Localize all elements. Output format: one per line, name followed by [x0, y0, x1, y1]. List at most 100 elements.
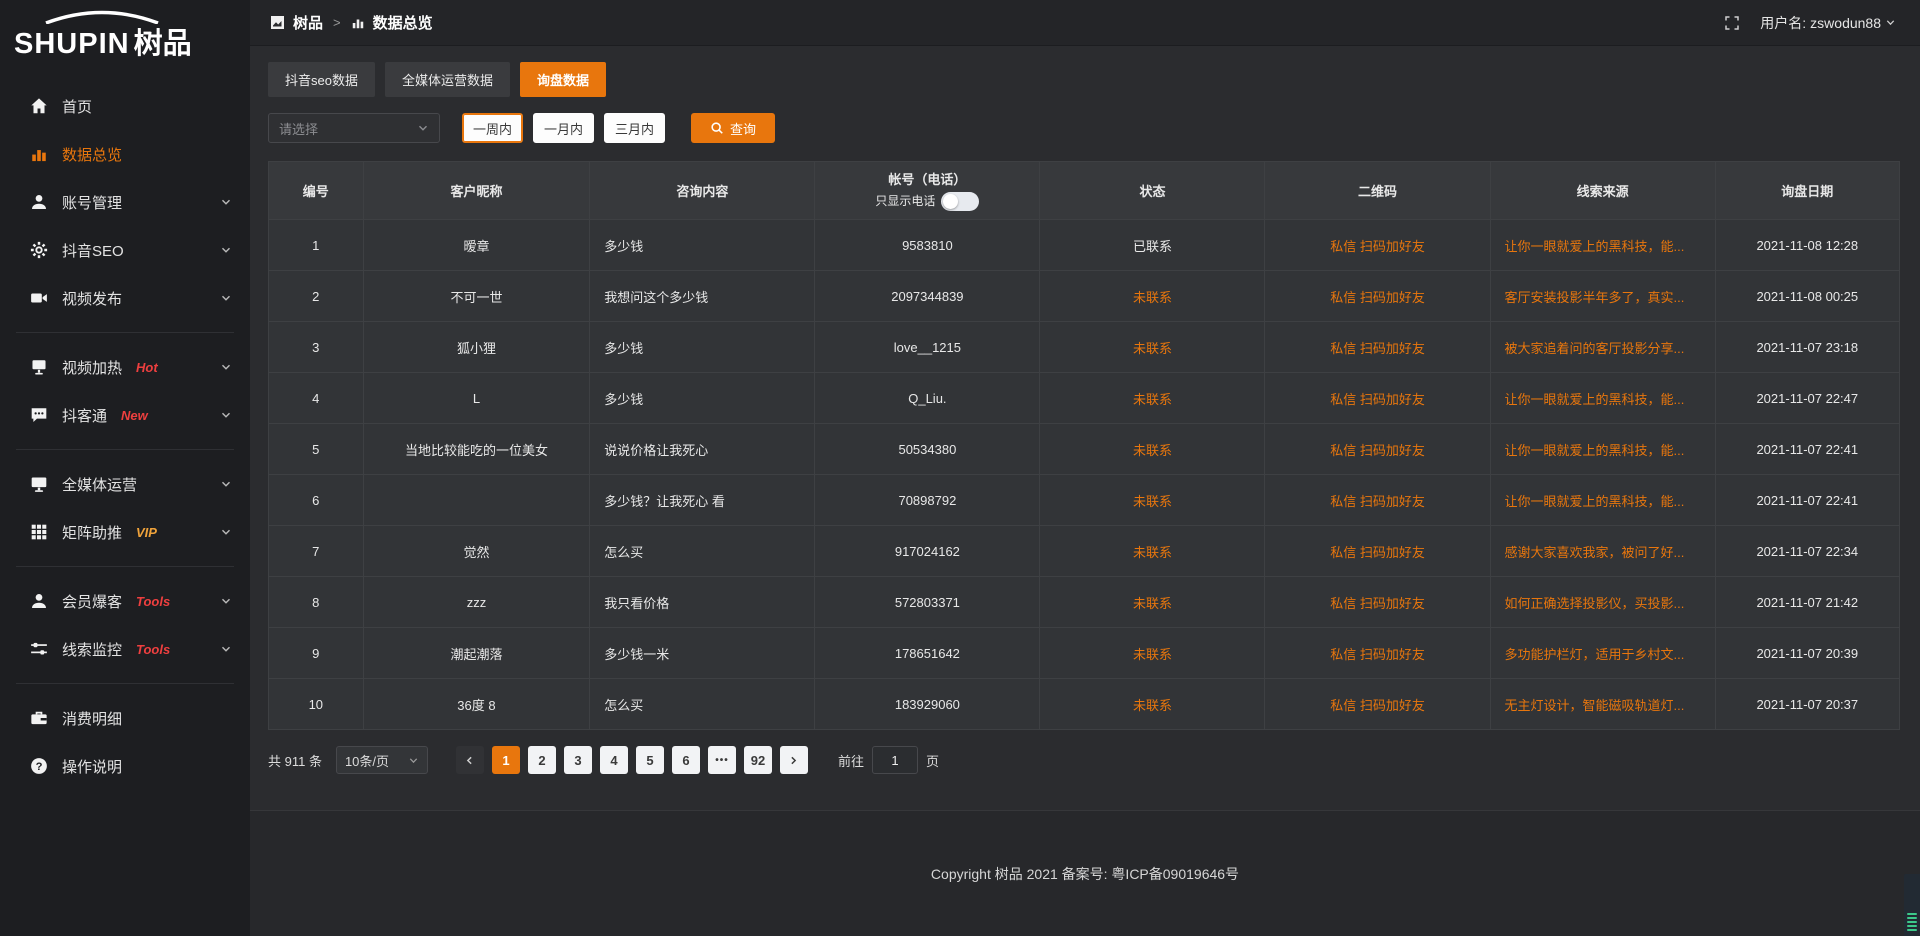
- username-label: 用户名:: [1760, 13, 1806, 33]
- cell-source-link[interactable]: 让你一眼就爱上的黑科技，能...: [1490, 373, 1715, 424]
- cell-qrcode-link[interactable]: 私信 扫码加好友: [1265, 475, 1490, 526]
- cell-qrcode-link[interactable]: 私信 扫码加好友: [1265, 322, 1490, 373]
- sidebar-item[interactable]: 线索监控 Tools: [0, 625, 250, 673]
- sidebar-item[interactable]: 抖音SEO: [0, 226, 250, 274]
- column-header: 二维码: [1265, 162, 1490, 220]
- tab[interactable]: 抖音seo数据: [268, 62, 375, 97]
- chevron-right-icon: [788, 755, 799, 766]
- menu-divider: [16, 449, 234, 450]
- cell-nickname: zzz: [363, 577, 590, 628]
- logo-text-cn: 树品: [134, 28, 192, 60]
- cell-source-link[interactable]: 让你一眼就爱上的黑科技，能...: [1490, 424, 1715, 475]
- sidebar-item[interactable]: 视频发布: [0, 274, 250, 322]
- column-header: 客户昵称: [363, 162, 590, 220]
- period-button[interactable]: 三月内: [604, 113, 665, 143]
- chevron-down-icon: [220, 478, 232, 490]
- page-button[interactable]: 3: [564, 746, 592, 774]
- sidebar-item[interactable]: 消费明细: [0, 694, 250, 742]
- page-button[interactable]: 92: [744, 746, 772, 774]
- sidebar-item[interactable]: 数据总览: [0, 130, 250, 178]
- chevron-down-icon: [220, 409, 232, 421]
- menu-divider: [16, 332, 234, 333]
- grid-icon: [30, 523, 48, 541]
- page-button[interactable]: 2: [528, 746, 556, 774]
- sidebar-item[interactable]: ? 操作说明: [0, 742, 250, 790]
- cell-qrcode-link[interactable]: 私信 扫码加好友: [1265, 271, 1490, 322]
- mini-widget[interactable]: [1904, 874, 1920, 936]
- cell-nickname: 不可一世: [363, 271, 590, 322]
- page-button[interactable]: 4: [600, 746, 628, 774]
- table-row: 1暧章多少钱9583810已联系私信 扫码加好友让你一眼就爱上的黑科技，能...…: [269, 220, 1900, 271]
- cell-index: 3: [269, 322, 364, 373]
- search-icon: [710, 121, 724, 135]
- cell-content: 多少钱？让我死心 看: [590, 475, 815, 526]
- chevron-down-icon: [408, 755, 419, 766]
- cell-account: Q_Liu.: [815, 373, 1040, 424]
- cell-qrcode-link[interactable]: 私信 扫码加好友: [1265, 424, 1490, 475]
- chevron-down-icon: [417, 122, 429, 134]
- breadcrumb-root[interactable]: 树品: [293, 12, 323, 33]
- prev-page-button[interactable]: [456, 746, 484, 774]
- page-button-active[interactable]: 1: [492, 746, 520, 774]
- cell-qrcode-link[interactable]: 私信 扫码加好友: [1265, 628, 1490, 679]
- data-tabs: 抖音seo数据全媒体运营数据询盘数据: [268, 62, 1900, 97]
- cell-source-link[interactable]: 客厅安装投影半年多了，真实...: [1490, 271, 1715, 322]
- sidebar-item[interactable]: 账号管理: [0, 178, 250, 226]
- cell-qrcode-link[interactable]: 私信 扫码加好友: [1265, 373, 1490, 424]
- video-icon: [30, 289, 48, 307]
- cell-status: 未联系: [1040, 577, 1265, 628]
- cell-source-link[interactable]: 被大家追着问的客厅投影分享...: [1490, 322, 1715, 373]
- cell-source-link[interactable]: 多功能护栏灯，适用于乡村文...: [1490, 628, 1715, 679]
- cell-index: 1: [269, 220, 364, 271]
- page-button[interactable]: 6: [672, 746, 700, 774]
- page-ellipsis-button[interactable]: •••: [708, 746, 736, 774]
- cell-content: 我只看价格: [590, 577, 815, 628]
- cell-index: 5: [269, 424, 364, 475]
- cell-source-link[interactable]: 如何正确选择投影仪，买投影...: [1490, 577, 1715, 628]
- next-page-button[interactable]: [780, 746, 808, 774]
- sidebar-item[interactable]: 会员爆客 Tools: [0, 577, 250, 625]
- sidebar-item-badge: VIP: [136, 525, 157, 540]
- phone-only-toggle[interactable]: [941, 192, 979, 211]
- cell-qrcode-link[interactable]: 私信 扫码加好友: [1265, 577, 1490, 628]
- member-icon: [30, 592, 48, 610]
- tab[interactable]: 询盘数据: [520, 62, 606, 97]
- sidebar-item[interactable]: 视频加热 Hot: [0, 343, 250, 391]
- app-square-icon: [270, 15, 285, 30]
- cell-qrcode-link[interactable]: 私信 扫码加好友: [1265, 526, 1490, 577]
- sidebar-item-label: 会员爆客: [62, 591, 122, 612]
- sidebar-item[interactable]: 全媒体运营: [0, 460, 250, 508]
- page-size-select[interactable]: 10条/页: [336, 746, 428, 774]
- page-button[interactable]: 5: [636, 746, 664, 774]
- cell-source-link[interactable]: 感谢大家喜欢我家，被问了好...: [1490, 526, 1715, 577]
- sidebar-item[interactable]: 首页: [0, 82, 250, 130]
- table-row: 5当地比较能吃的一位美女说说价格让我死心50534380未联系私信 扫码加好友让…: [269, 424, 1900, 475]
- period-button[interactable]: 一周内: [462, 113, 523, 143]
- table-row: 9潮起潮落多少钱一米178651642未联系私信 扫码加好友多功能护栏灯，适用于…: [269, 628, 1900, 679]
- cell-source-link[interactable]: 无主灯设计，智能磁吸轨道灯...: [1490, 679, 1715, 730]
- filter-select[interactable]: 请选择: [268, 113, 440, 143]
- fullscreen-icon[interactable]: [1724, 15, 1740, 31]
- cell-source-link[interactable]: 让你一眼就爱上的黑科技，能...: [1490, 475, 1715, 526]
- cell-content: 多少钱: [590, 373, 815, 424]
- period-button-group: 一周内一月内三月内: [462, 113, 665, 143]
- cell-qrcode-link[interactable]: 私信 扫码加好友: [1265, 220, 1490, 271]
- period-button[interactable]: 一月内: [533, 113, 594, 143]
- user-menu[interactable]: 用户名: zswodun88: [1760, 13, 1896, 33]
- goto-page-input[interactable]: [872, 746, 918, 774]
- search-button[interactable]: 查询: [691, 113, 775, 143]
- cell-date: 2021-11-07 22:41: [1715, 424, 1899, 475]
- cell-content: 多少钱一米: [590, 628, 815, 679]
- cell-nickname: 狐小狸: [363, 322, 590, 373]
- goto-suffix: 页: [926, 751, 939, 770]
- table-row: 6多少钱？让我死心 看70898792未联系私信 扫码加好友让你一眼就爱上的黑科…: [269, 475, 1900, 526]
- sidebar-item[interactable]: 矩阵助推 VIP: [0, 508, 250, 556]
- cell-status: 未联系: [1040, 475, 1265, 526]
- tab[interactable]: 全媒体运营数据: [385, 62, 510, 97]
- sidebar-item[interactable]: 抖客通 New: [0, 391, 250, 439]
- sidebar: SHUPIN树品 首页 数据总览 账号管理 抖音SEO 视频发布 视: [0, 0, 250, 936]
- pagination: 共 911 条 10条/页 123456•••92 前往 页: [268, 746, 1900, 774]
- cell-account: 50534380: [815, 424, 1040, 475]
- cell-qrcode-link[interactable]: 私信 扫码加好友: [1265, 679, 1490, 730]
- cell-source-link[interactable]: 让你一眼就爱上的黑科技，能...: [1490, 220, 1715, 271]
